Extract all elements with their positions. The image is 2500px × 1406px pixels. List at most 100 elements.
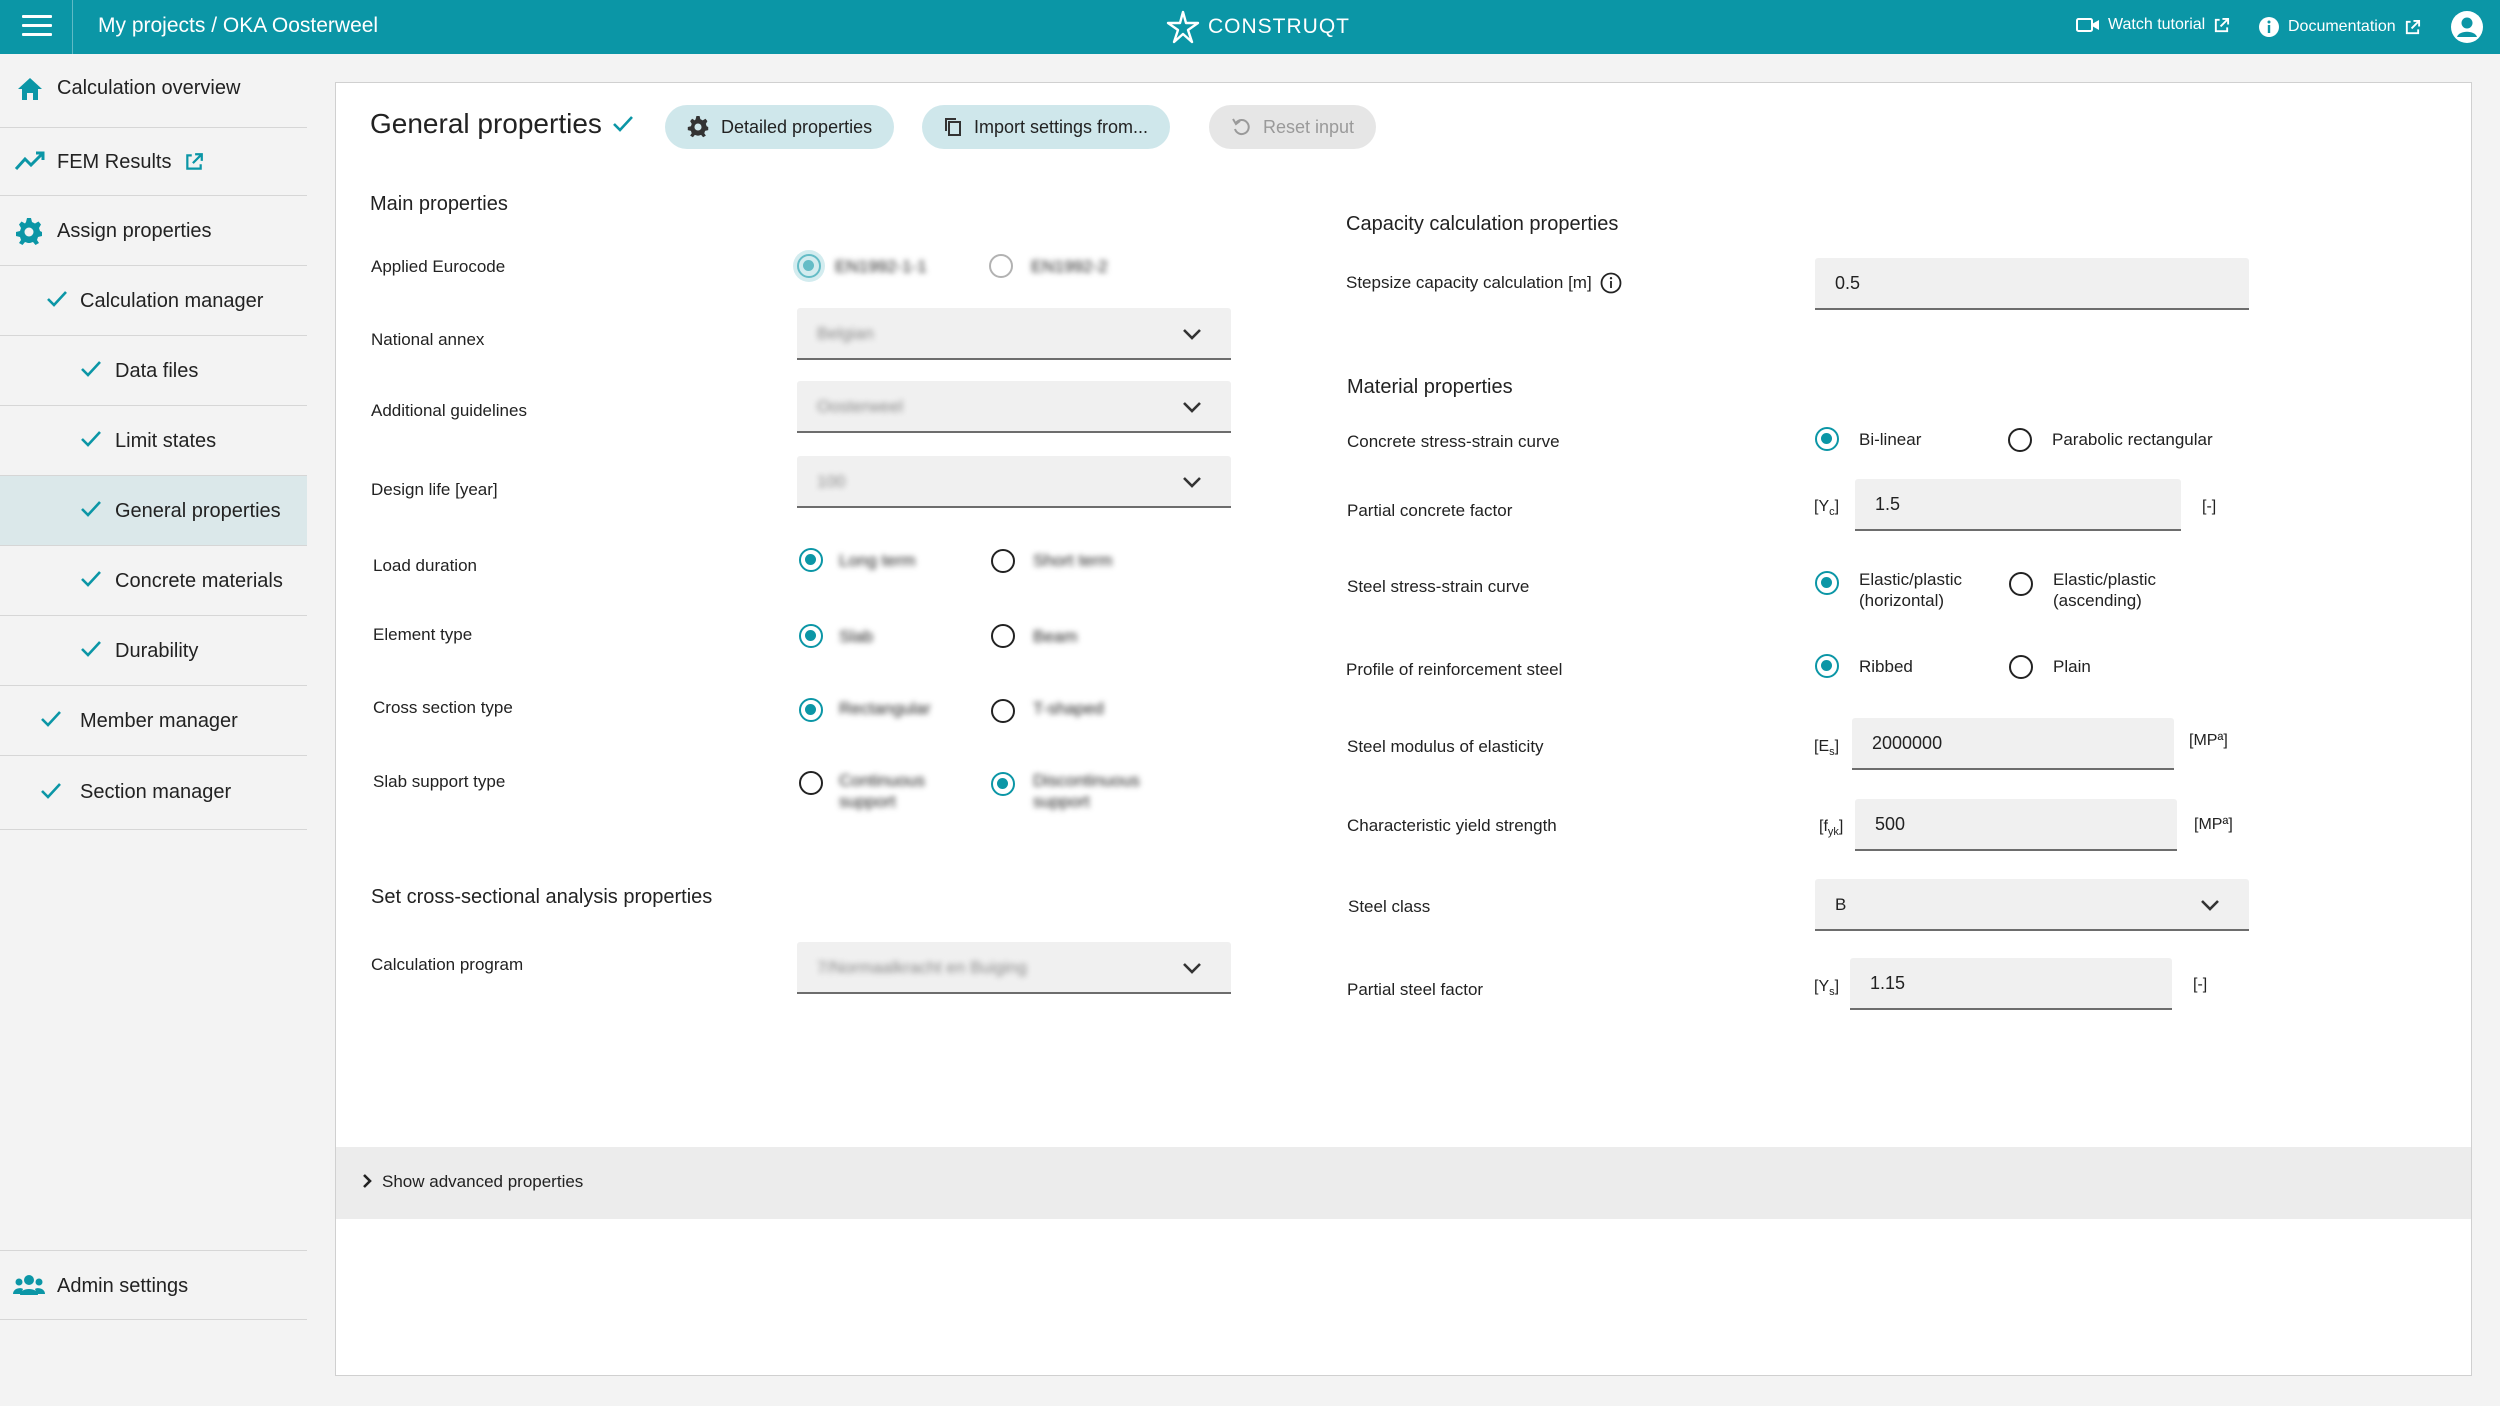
concrete-curve-parabolic-radio[interactable] (2008, 428, 2032, 452)
sidebar-item-limit-states[interactable]: Limit states (0, 406, 307, 476)
sidebar-item-label: Concrete materials (115, 570, 283, 592)
sidebar-item-durability[interactable]: Durability (0, 616, 307, 686)
steel-curve-ascending-line1: Elastic/plastic (2053, 570, 2156, 589)
sidebar-item-member-manager[interactable]: Member manager (0, 686, 307, 756)
steel-class-value: B (1835, 895, 1847, 914)
sidebar-item-calculation-manager[interactable]: Calculation manager (0, 266, 307, 336)
partial-concrete-input[interactable]: 1.5 (1855, 479, 2181, 531)
partial-steel-unit: [-] (2193, 976, 2208, 993)
user-account-icon[interactable] (2450, 10, 2484, 44)
calculation-program-select[interactable]: 7/Normaalkracht en Buiging (797, 942, 1231, 994)
show-advanced-properties-toggle[interactable]: Show advanced properties (336, 1147, 2471, 1219)
sidebar-item-label: Calculation overview (57, 77, 241, 99)
chevron-right-icon (363, 1174, 372, 1188)
chevron-down-icon (2201, 900, 2219, 911)
documentation-link[interactable]: Documentation (2258, 16, 2421, 38)
steel-curve-horizontal-line1: Elastic/plastic (1859, 570, 1962, 589)
sidebar-item-label: FEM Results (57, 151, 172, 173)
element-type-beam-radio[interactable] (991, 624, 1015, 648)
sidebar-item-data-files[interactable]: Data files (0, 336, 307, 406)
copy-icon (945, 118, 961, 136)
chevron-down-icon (1183, 477, 1201, 488)
load-duration-short-radio[interactable] (991, 549, 1015, 573)
stepsize-input[interactable]: 0.5 (1815, 258, 2249, 310)
modulus-value: 2000000 (1872, 733, 1943, 753)
eurocode-radio-1[interactable] (797, 254, 821, 278)
sidebar-item-general-properties[interactable]: General properties (0, 476, 307, 546)
chevron-down-icon (1183, 329, 1201, 340)
concrete-curve-bilinear-radio[interactable] (1815, 427, 1839, 451)
eurocode-radio-2[interactable] (989, 254, 1013, 278)
partial-concrete-label: Partial concrete factor (1347, 501, 1513, 520)
slab-support-discontinuous-radio[interactable] (991, 772, 1015, 796)
concrete-curve-parabolic-label: Parabolic rectangular (2052, 430, 2213, 449)
breadcrumb[interactable]: My projects / OKA Oosterweel (98, 14, 378, 38)
sidebar-item-assign-properties[interactable]: Assign properties (0, 196, 307, 266)
steel-class-select[interactable]: B (1815, 879, 2249, 931)
reset-input-label: Reset input (1263, 116, 1355, 137)
detailed-properties-label: Detailed properties (721, 116, 873, 137)
info-icon[interactable] (1600, 272, 1622, 294)
check-icon (46, 290, 68, 308)
yield-input[interactable]: 500 (1855, 799, 2177, 851)
sidebar-item-label: General properties (115, 500, 281, 522)
steel-curve-ascending-radio[interactable] (2009, 572, 2033, 596)
slab-support-continuous-radio[interactable] (799, 771, 823, 795)
profile-plain-radio[interactable] (2009, 655, 2033, 679)
check-icon (80, 430, 102, 448)
design-life-select[interactable]: 100 (797, 456, 1231, 508)
steel-curve-ascending-label: Elastic/plastic (ascending) (2053, 569, 2156, 611)
construqt-logo[interactable]: CONSTRUQT (1166, 10, 1350, 44)
sidebar-item-label: Member manager (80, 710, 238, 732)
element-type-beam-label: Beam (1033, 627, 1078, 646)
import-settings-button[interactable]: Import settings from... (922, 105, 1171, 149)
applied-eurocode-label: Applied Eurocode (371, 257, 506, 276)
element-type-label: Element type (373, 625, 473, 644)
slab-support-continuous-label: Continuous support (839, 770, 925, 812)
stepsize-label-row: Stepsize capacity calculation [m] (1346, 272, 1622, 294)
watch-tutorial-link[interactable]: Watch tutorial (2076, 16, 2230, 34)
sidebar: Calculation overview FEM Results Assign … (0, 54, 307, 1406)
steel-class-label: Steel class (1348, 897, 1431, 916)
material-properties-heading: Material properties (1347, 376, 1513, 398)
reset-input-button[interactable]: Reset input (1209, 105, 1377, 149)
import-settings-label: Import settings from... (974, 116, 1149, 137)
cross-section-rectangular-radio[interactable] (799, 698, 823, 722)
design-life-value: 100 (817, 472, 846, 491)
sidebar-item-admin-settings[interactable]: Admin settings (0, 1250, 307, 1320)
additional-guidelines-label: Additional guidelines (371, 401, 527, 420)
sidebar-item-calculation-overview[interactable]: Calculation overview (0, 54, 307, 128)
cross-section-tshaped-radio[interactable] (991, 699, 1015, 723)
steel-curve-horizontal-radio[interactable] (1815, 571, 1839, 595)
national-annex-select[interactable]: Belgian (797, 308, 1231, 360)
check-icon (40, 782, 62, 800)
modulus-symbol: [Es] (1814, 738, 1840, 759)
show-advanced-properties-label: Show advanced properties (382, 1172, 584, 1191)
sidebar-item-concrete-materials[interactable]: Concrete materials (0, 546, 307, 616)
analysis-properties-heading: Set cross-sectional analysis properties (371, 886, 713, 908)
steel-curve-horizontal-label: Elastic/plastic (horizontal) (1859, 569, 1962, 611)
slab-support-discontinuous-line2: support (1033, 792, 1090, 811)
slab-support-type-label: Slab support type (373, 772, 506, 791)
partial-concrete-unit: [-] (2202, 498, 2217, 515)
external-link-icon (2215, 17, 2230, 32)
profile-ribbed-radio[interactable] (1815, 654, 1839, 678)
sidebar-item-section-manager[interactable]: Section manager (0, 756, 307, 830)
cross-section-type-label: Cross section type (373, 698, 513, 717)
additional-guidelines-select[interactable]: Oosterweel (797, 381, 1231, 433)
chevron-down-icon (1183, 963, 1201, 974)
modulus-input[interactable]: 2000000 (1852, 718, 2174, 770)
partial-steel-input[interactable]: 1.15 (1850, 958, 2172, 1010)
stepsize-label: Stepsize capacity calculation [m] (1346, 273, 1592, 292)
detailed-properties-button[interactable]: Detailed properties (665, 105, 895, 149)
slab-support-continuous-line1: Continuous (839, 771, 926, 790)
sidebar-item-fem-results[interactable]: FEM Results (0, 128, 307, 196)
chevron-down-icon (1183, 402, 1201, 413)
menu-icon[interactable] (22, 15, 52, 39)
yield-symbol: [fyk] (1819, 818, 1844, 839)
load-duration-long-radio[interactable] (799, 548, 823, 572)
check-icon (80, 500, 102, 518)
steel-curve-label: Steel stress-strain curve (1347, 577, 1530, 596)
yield-label: Characteristic yield strength (1347, 816, 1557, 835)
element-type-slab-radio[interactable] (799, 624, 823, 648)
